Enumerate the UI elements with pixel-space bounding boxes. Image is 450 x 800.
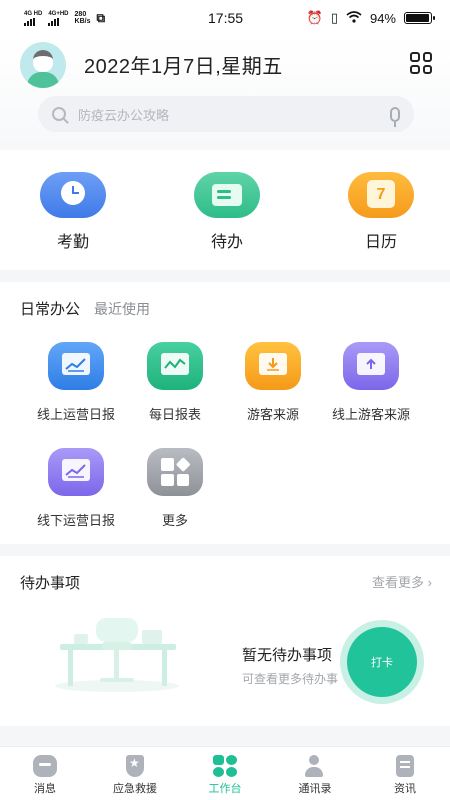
battery-icon [404,12,435,24]
chevron-right-icon: › [427,575,432,590]
tab-label: 工作台 [208,783,242,795]
view-more-link[interactable]: 查看更多 › [372,572,432,591]
message-icon [33,755,57,777]
wifi-icon [346,10,362,26]
star-shield-icon [123,755,147,777]
todo-card-icon [194,172,260,218]
chart-icon [48,342,104,390]
daily-tabs: 日常办公 最近使用 [20,298,150,319]
page-title: 2022年1月7日,星期五 [84,56,283,78]
battery-fill [406,14,429,22]
daily-office-section: 日常办公 最近使用 线上运营日报 每日报表 游客来源 线上游客来源 线下运营日报 [0,282,450,544]
avatar-body [27,72,59,88]
more-tiles-icon [147,448,203,496]
empty-illustration [55,618,179,692]
quick-action-calendar[interactable]: 7 日历 [341,172,421,252]
app-label: 更多 [161,513,188,528]
app-online-visitor-source[interactable]: 线上游客来源 [321,342,421,423]
news-icon [393,755,417,777]
app-offline-daily-report[interactable]: 线下运营日报 [26,448,126,529]
line-chart-icon [147,342,203,390]
signal-1: 4G HD [24,11,42,26]
upload-icon [343,342,399,390]
tab-emergency-rescue[interactable]: 应急救援 [90,747,180,800]
chart-icon [48,448,104,496]
app-more[interactable]: 更多 [125,448,225,529]
header: 2022年1月7日,星期五 防疫云办公攻略 [0,36,450,150]
status-right: ⏰ ▯ 94% [306,10,435,26]
punch-in-button[interactable]: 打卡 [340,620,424,704]
network-speed: 280 KB/s [75,11,91,25]
calendar-day: 7 [367,180,395,208]
tab-messages[interactable]: 消息 [0,747,90,800]
quick-action-label: 考勤 [56,234,89,251]
tab-label: 通讯录 [298,783,332,795]
microphone-icon[interactable] [390,106,400,127]
tab-label: 资讯 [394,783,416,795]
app-label: 每日报表 [148,407,201,422]
search-bar[interactable]: 防疫云办公攻略 [38,96,414,132]
download-icon [245,342,301,390]
tab-daily-office[interactable]: 日常办公 [20,298,80,319]
quick-actions: 考勤 待办 7 日历 [0,150,450,270]
avatar-head [33,50,53,72]
speed-value: 280 [74,11,87,18]
nfc-icon: ⧉ [96,10,106,25]
app-daily-report[interactable]: 每日报表 [125,342,225,423]
battery-percent: 94% [369,10,396,26]
app-label: 线下运营日报 [36,513,115,528]
tab-contacts[interactable]: 通讯录 [270,747,360,800]
quick-action-attendance[interactable]: 考勤 [33,172,113,252]
signal-2: 4G+HD [48,10,69,26]
app-label: 线上运营日报 [36,407,115,422]
todo-title: 待办事项 [20,575,81,592]
tab-news[interactable]: 资讯 [360,747,450,800]
empty-subtitle: 可查看更多待办事 [242,672,339,686]
status-bar: 4G HD 4G+HD 280 KB/s ⧉ 17:55 ⏰ ▯ 94% [0,0,450,36]
view-more-label: 查看更多 [372,575,425,590]
app-visitor-source[interactable]: 游客来源 [223,342,323,423]
punch-in-label: 打卡 [347,627,417,697]
empty-title: 暂无待办事项 [242,647,333,664]
tab-label: 消息 [34,783,56,795]
search-icon [52,107,66,121]
app-grid-icon[interactable] [410,52,432,74]
alarm-icon: ⏰ [306,10,323,25]
search-placeholder: 防疫云办公攻略 [78,107,170,123]
quick-action-label: 待办 [210,234,243,251]
network-2-label: 4G+HD [48,10,69,17]
status-time: 17:55 [208,10,244,26]
app-label: 游客来源 [246,407,299,422]
clock-icon [40,172,106,218]
quick-action-todo[interactable]: 待办 [187,172,267,252]
network-1-label: 4G HD [24,10,43,17]
contacts-icon [303,755,327,777]
tab-recent[interactable]: 最近使用 [94,299,150,319]
app-label: 线上游客来源 [331,407,410,422]
quick-action-label: 日历 [364,234,397,251]
status-left: 4G HD 4G+HD 280 KB/s ⧉ [24,11,144,26]
vibrate-icon: ▯ [330,10,338,25]
workbench-icon [213,755,237,777]
app-online-daily-report[interactable]: 线上运营日报 [26,342,126,423]
bottom-tab-bar: 消息 应急救援 工作台 通讯录 资讯 [0,746,450,800]
calendar-icon: 7 [348,172,414,218]
speed-unit: KB/s [74,18,91,25]
tab-workbench[interactable]: 工作台 [180,747,270,800]
tab-label: 应急救援 [113,783,157,795]
avatar[interactable] [20,42,66,88]
